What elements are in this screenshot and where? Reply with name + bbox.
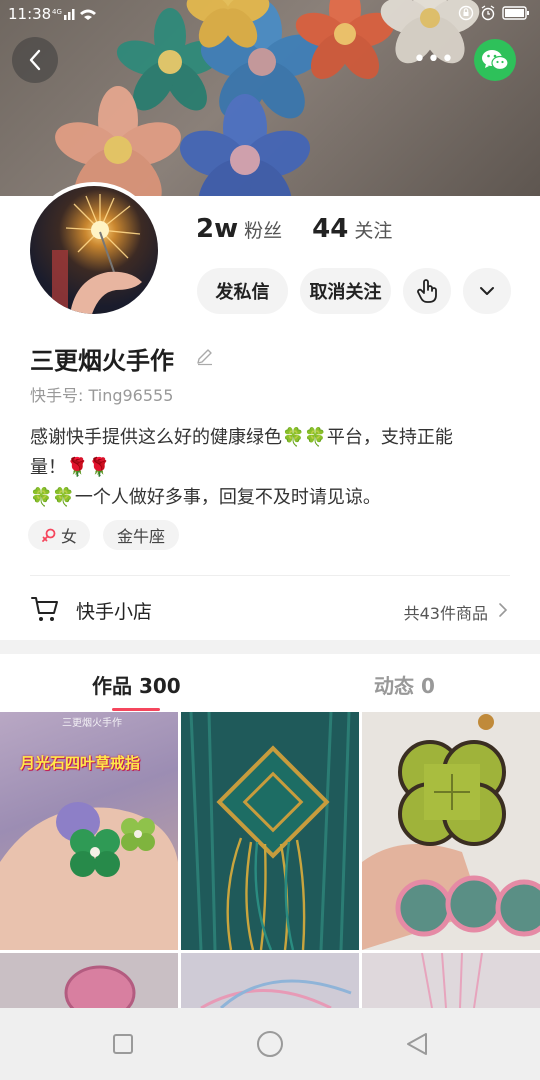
threads-image bbox=[421, 953, 483, 1008]
circle-icon[interactable] bbox=[256, 1030, 284, 1058]
poke-button[interactable] bbox=[403, 268, 451, 314]
work-thumbnail[interactable] bbox=[362, 712, 540, 950]
chevron-right-icon bbox=[499, 603, 508, 617]
followers-stat[interactable]: 2w 粉丝 bbox=[196, 214, 282, 244]
profile-bio: 感谢快手提供这么好的健康绿色🍀🍀平台，支持正能 量！🌹🌹 🍀🍀一个人做好多事，回… bbox=[30, 423, 520, 513]
tab-works[interactable]: 作品 300 bbox=[92, 670, 181, 699]
active-tab-indicator bbox=[112, 708, 160, 711]
green-clover-pendant-image bbox=[362, 714, 540, 950]
content-tabs: 作品 300 动态 0 bbox=[0, 654, 540, 712]
status-time: 11:38 bbox=[8, 5, 52, 23]
unfollow-button[interactable]: 取消关注 bbox=[300, 268, 391, 314]
profile-name: 三更烟火手作 bbox=[30, 347, 174, 375]
more-profile-actions-button[interactable] bbox=[463, 268, 511, 314]
pencil-icon bbox=[197, 349, 212, 366]
shop-row[interactable]: 快手小店 共43件商品 bbox=[0, 578, 540, 640]
chevron-left-icon bbox=[29, 49, 41, 71]
triangle-back-icon[interactable] bbox=[404, 1031, 430, 1057]
system-navigation-bar bbox=[0, 1008, 540, 1080]
clover-ring-image bbox=[0, 802, 178, 950]
signal-icon: 4G bbox=[52, 6, 98, 26]
followers-label: 粉丝 bbox=[244, 220, 283, 242]
thumbnail-caption: 月光石四叶草戒指 bbox=[20, 754, 141, 772]
zodiac-tag: 金牛座 bbox=[103, 520, 179, 550]
profile-stats: 2w 粉丝 44 关注 bbox=[196, 214, 392, 244]
battery-icon bbox=[502, 6, 529, 20]
following-label: 关注 bbox=[354, 220, 393, 242]
macrame-fringe-image bbox=[189, 712, 351, 950]
unfollow-label: 取消关注 bbox=[309, 282, 382, 303]
wechat-share-button[interactable] bbox=[474, 39, 516, 81]
work-thumbnail[interactable] bbox=[0, 953, 178, 1008]
bio-line: 🍀🍀一个人做好多事，回复不及时请见谅。 bbox=[30, 487, 381, 508]
followers-count: 2w bbox=[196, 214, 239, 244]
square-icon[interactable] bbox=[112, 1033, 134, 1055]
hand-pointer-icon bbox=[417, 279, 437, 303]
more-icon: ••• bbox=[413, 46, 455, 72]
avatar[interactable] bbox=[26, 182, 162, 318]
shop-item-count: 共43件商品 bbox=[403, 604, 488, 623]
chevron-down-icon bbox=[480, 287, 494, 295]
status-icons bbox=[458, 5, 530, 21]
avatar-image bbox=[30, 186, 158, 314]
work-thumbnail[interactable] bbox=[362, 953, 540, 1008]
female-icon bbox=[42, 528, 56, 542]
shopping-cart-icon bbox=[31, 597, 58, 621]
sparkler-illustration bbox=[52, 194, 142, 314]
work-thumbnail[interactable]: 月光石四叶草戒指 三更烟火手作 bbox=[0, 712, 178, 950]
alarm-icon bbox=[481, 5, 495, 21]
works-grid: 月光石四叶草戒指 三更烟火手作 bbox=[0, 712, 540, 1008]
network-type: 4G bbox=[52, 8, 62, 16]
divider bbox=[30, 575, 510, 576]
following-count: 44 bbox=[312, 214, 349, 244]
gender-tag: 女 bbox=[28, 520, 90, 550]
kuaishou-id: 快手号: Ting96555 bbox=[30, 386, 174, 405]
lock-rotation-icon bbox=[458, 5, 474, 21]
pink-knot-image bbox=[64, 965, 136, 1008]
status-bar: 11:38 4G bbox=[0, 0, 540, 30]
section-separator bbox=[0, 640, 540, 654]
bio-line: 量！🌹🌹 bbox=[30, 457, 111, 478]
gender-label: 女 bbox=[60, 527, 77, 546]
bio-line: 感谢快手提供这么好的健康绿色🍀🍀平台，支持正能 bbox=[30, 427, 453, 448]
work-thumbnail[interactable] bbox=[181, 953, 359, 1008]
profile-cover-image: 11:38 4G ••• bbox=[0, 0, 540, 196]
send-message-button[interactable]: 发私信 bbox=[197, 268, 288, 314]
shop-label: 快手小店 bbox=[76, 601, 153, 623]
back-button[interactable] bbox=[12, 37, 58, 83]
wechat-icon bbox=[482, 50, 509, 71]
tab-moments[interactable]: 动态 0 bbox=[374, 670, 435, 699]
work-thumbnail[interactable] bbox=[181, 712, 359, 950]
thumbnail-watermark: 三更烟火手作 bbox=[62, 718, 122, 729]
edit-remark-button[interactable] bbox=[195, 346, 215, 370]
more-options-button[interactable]: ••• bbox=[413, 44, 455, 74]
send-message-label: 发私信 bbox=[215, 282, 270, 303]
following-stat[interactable]: 44 关注 bbox=[312, 214, 392, 244]
zodiac-label: 金牛座 bbox=[116, 527, 165, 546]
cords-image bbox=[200, 979, 352, 1008]
